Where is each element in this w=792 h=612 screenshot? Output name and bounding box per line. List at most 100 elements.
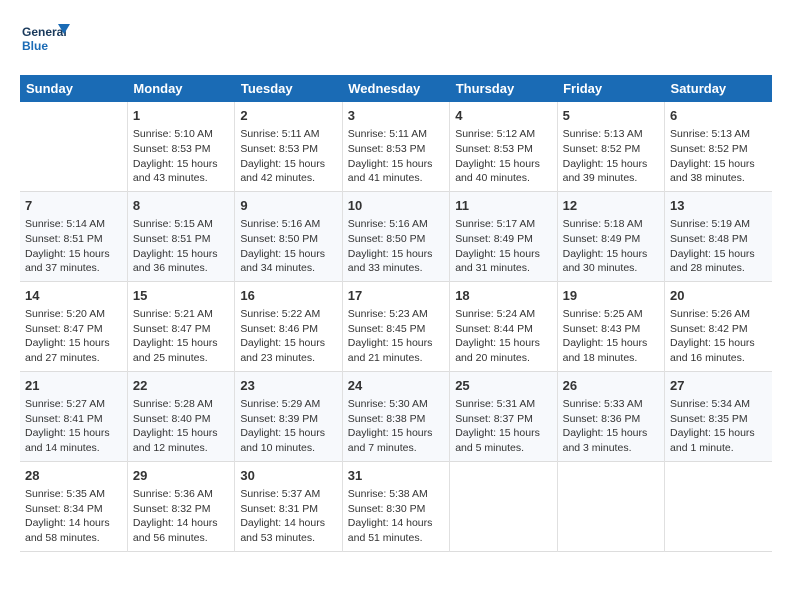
col-header-tuesday: Tuesday [235, 75, 342, 102]
day-info: Sunrise: 5:13 AM Sunset: 8:52 PM Dayligh… [563, 127, 659, 186]
day-cell: 15 Sunrise: 5:21 AM Sunset: 8:47 PM Dayli… [127, 281, 234, 371]
day-number: 21 [25, 377, 122, 395]
day-number: 24 [348, 377, 444, 395]
day-number: 16 [240, 287, 336, 305]
day-number: 19 [563, 287, 659, 305]
page-header: General Blue [20, 20, 772, 65]
logo-svg: General Blue [20, 20, 70, 65]
day-cell: 1 Sunrise: 5:10 AM Sunset: 8:53 PM Daylig… [127, 102, 234, 191]
day-cell: 4 Sunrise: 5:12 AM Sunset: 8:53 PM Daylig… [450, 102, 557, 191]
week-row-4: 21 Sunrise: 5:27 AM Sunset: 8:41 PM Dayli… [20, 371, 772, 461]
day-info: Sunrise: 5:37 AM Sunset: 8:31 PM Dayligh… [240, 487, 336, 546]
day-cell: 12 Sunrise: 5:18 AM Sunset: 8:49 PM Dayli… [557, 191, 664, 281]
day-cell: 27Sunrise: 5:34 AM Sunset: 8:35 PM Dayli… [665, 371, 772, 461]
day-cell: 26 Sunrise: 5:33 AM Sunset: 8:36 PM Dayli… [557, 371, 664, 461]
day-cell: 31 Sunrise: 5:38 AM Sunset: 8:30 PM Dayli… [342, 461, 449, 551]
day-info: Sunrise: 5:18 AM Sunset: 8:49 PM Dayligh… [563, 217, 659, 276]
col-header-saturday: Saturday [665, 75, 772, 102]
day-number: 20 [670, 287, 767, 305]
day-cell: 17 Sunrise: 5:23 AM Sunset: 8:45 PM Dayli… [342, 281, 449, 371]
day-info: Sunrise: 5:38 AM Sunset: 8:30 PM Dayligh… [348, 487, 444, 546]
day-info: Sunrise: 5:22 AM Sunset: 8:46 PM Dayligh… [240, 307, 336, 366]
day-cell: 21 Sunrise: 5:27 AM Sunset: 8:41 PM Dayli… [20, 371, 127, 461]
day-info: Sunrise: 5:33 AM Sunset: 8:36 PM Dayligh… [563, 397, 659, 456]
day-info: Sunrise: 5:31 AM Sunset: 8:37 PM Dayligh… [455, 397, 551, 456]
day-cell: 20 Sunrise: 5:26 AM Sunset: 8:42 PM Dayli… [665, 281, 772, 371]
day-info: Sunrise: 5:20 AM Sunset: 8:47 PM Dayligh… [25, 307, 122, 366]
day-number: 31 [348, 467, 444, 485]
day-number: 15 [133, 287, 229, 305]
day-info: Sunrise: 5:26 AM Sunset: 8:42 PM Dayligh… [670, 307, 767, 366]
day-info: Sunrise: 5:13 AM Sunset: 8:52 PM Dayligh… [670, 127, 767, 186]
day-number: 10 [348, 197, 444, 215]
day-cell: 9 Sunrise: 5:16 AM Sunset: 8:50 PM Daylig… [235, 191, 342, 281]
day-number: 29 [133, 467, 229, 485]
day-info: Sunrise: 5:19 AM Sunset: 8:48 PM Dayligh… [670, 217, 767, 276]
col-header-thursday: Thursday [450, 75, 557, 102]
svg-text:Blue: Blue [22, 39, 48, 53]
day-number: 17 [348, 287, 444, 305]
day-number: 5 [563, 107, 659, 125]
col-header-monday: Monday [127, 75, 234, 102]
day-cell: 10 Sunrise: 5:16 AM Sunset: 8:50 PM Dayli… [342, 191, 449, 281]
day-info: Sunrise: 5:10 AM Sunset: 8:53 PM Dayligh… [133, 127, 229, 186]
day-cell: 5 Sunrise: 5:13 AM Sunset: 8:52 PM Daylig… [557, 102, 664, 191]
day-number: 11 [455, 197, 551, 215]
day-cell: 28 Sunrise: 5:35 AM Sunset: 8:34 PM Dayli… [20, 461, 127, 551]
day-cell [665, 461, 772, 551]
day-cell: 14Sunrise: 5:20 AM Sunset: 8:47 PM Dayli… [20, 281, 127, 371]
day-number: 7 [25, 197, 122, 215]
day-cell: 11 Sunrise: 5:17 AM Sunset: 8:49 PM Dayli… [450, 191, 557, 281]
day-info: Sunrise: 5:12 AM Sunset: 8:53 PM Dayligh… [455, 127, 551, 186]
day-cell: 16 Sunrise: 5:22 AM Sunset: 8:46 PM Dayli… [235, 281, 342, 371]
day-info: Sunrise: 5:25 AM Sunset: 8:43 PM Dayligh… [563, 307, 659, 366]
day-number: 22 [133, 377, 229, 395]
day-info: Sunrise: 5:11 AM Sunset: 8:53 PM Dayligh… [240, 127, 336, 186]
col-header-sunday: Sunday [20, 75, 127, 102]
day-info: Sunrise: 5:17 AM Sunset: 8:49 PM Dayligh… [455, 217, 551, 276]
day-cell: 22 Sunrise: 5:28 AM Sunset: 8:40 PM Dayli… [127, 371, 234, 461]
day-cell [557, 461, 664, 551]
day-cell: 19 Sunrise: 5:25 AM Sunset: 8:43 PM Dayli… [557, 281, 664, 371]
day-cell: 3 Sunrise: 5:11 AM Sunset: 8:53 PM Daylig… [342, 102, 449, 191]
day-number: 3 [348, 107, 444, 125]
col-header-wednesday: Wednesday [342, 75, 449, 102]
day-number: 6 [670, 107, 767, 125]
day-info: Sunrise: 5:28 AM Sunset: 8:40 PM Dayligh… [133, 397, 229, 456]
calendar-header: SundayMondayTuesdayWednesdayThursdayFrid… [20, 75, 772, 102]
day-info: Sunrise: 5:27 AM Sunset: 8:41 PM Dayligh… [25, 397, 122, 456]
day-info: Sunrise: 5:29 AM Sunset: 8:39 PM Dayligh… [240, 397, 336, 456]
week-row-2: 7 Sunrise: 5:14 AM Sunset: 8:51 PM Daylig… [20, 191, 772, 281]
day-info: Sunrise: 5:16 AM Sunset: 8:50 PM Dayligh… [348, 217, 444, 276]
day-cell: 7 Sunrise: 5:14 AM Sunset: 8:51 PM Daylig… [20, 191, 127, 281]
calendar-table: SundayMondayTuesdayWednesdayThursdayFrid… [20, 75, 772, 552]
day-cell: 13Sunrise: 5:19 AM Sunset: 8:48 PM Dayli… [665, 191, 772, 281]
day-info: Sunrise: 5:11 AM Sunset: 8:53 PM Dayligh… [348, 127, 444, 186]
day-info: Sunrise: 5:24 AM Sunset: 8:44 PM Dayligh… [455, 307, 551, 366]
day-number: 4 [455, 107, 551, 125]
day-cell [450, 461, 557, 551]
week-row-5: 28 Sunrise: 5:35 AM Sunset: 8:34 PM Dayli… [20, 461, 772, 551]
day-number: 9 [240, 197, 336, 215]
day-number: 28 [25, 467, 122, 485]
day-number: 23 [240, 377, 336, 395]
day-info: Sunrise: 5:21 AM Sunset: 8:47 PM Dayligh… [133, 307, 229, 366]
day-info: Sunrise: 5:30 AM Sunset: 8:38 PM Dayligh… [348, 397, 444, 456]
day-cell: 30Sunrise: 5:37 AM Sunset: 8:31 PM Dayli… [235, 461, 342, 551]
col-header-friday: Friday [557, 75, 664, 102]
day-info: Sunrise: 5:14 AM Sunset: 8:51 PM Dayligh… [25, 217, 122, 276]
day-number: 1 [133, 107, 229, 125]
day-number: 12 [563, 197, 659, 215]
week-row-1: 1 Sunrise: 5:10 AM Sunset: 8:53 PM Daylig… [20, 102, 772, 191]
day-cell: 29Sunrise: 5:36 AM Sunset: 8:32 PM Dayli… [127, 461, 234, 551]
day-info: Sunrise: 5:16 AM Sunset: 8:50 PM Dayligh… [240, 217, 336, 276]
day-cell: 23 Sunrise: 5:29 AM Sunset: 8:39 PM Dayli… [235, 371, 342, 461]
day-number: 2 [240, 107, 336, 125]
day-cell: 24 Sunrise: 5:30 AM Sunset: 8:38 PM Dayli… [342, 371, 449, 461]
day-number: 26 [563, 377, 659, 395]
day-info: Sunrise: 5:34 AM Sunset: 8:35 PM Dayligh… [670, 397, 767, 456]
day-cell: 25Sunrise: 5:31 AM Sunset: 8:37 PM Dayli… [450, 371, 557, 461]
day-cell: 6 Sunrise: 5:13 AM Sunset: 8:52 PM Daylig… [665, 102, 772, 191]
day-info: Sunrise: 5:35 AM Sunset: 8:34 PM Dayligh… [25, 487, 122, 546]
day-info: Sunrise: 5:23 AM Sunset: 8:45 PM Dayligh… [348, 307, 444, 366]
